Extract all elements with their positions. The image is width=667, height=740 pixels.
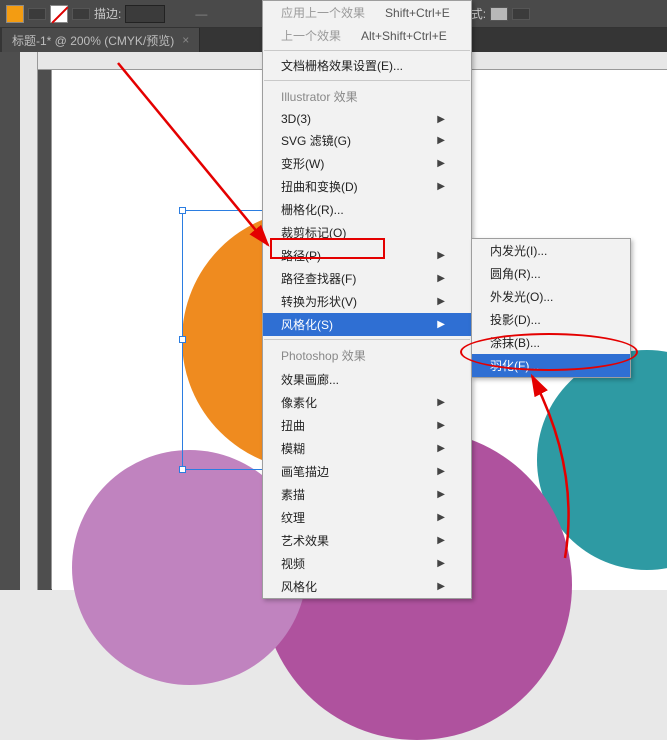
submenu-arrow-icon: ▶: [437, 181, 445, 192]
resize-handle[interactable]: [179, 466, 186, 473]
stroke-label: 描边:: [94, 5, 121, 22]
menu-3d[interactable]: 3D(3)▶: [263, 109, 471, 129]
submenu-arrow-icon: ▶: [437, 581, 445, 592]
submenu-arrow-icon: ▶: [437, 158, 445, 169]
submenu-arrow-icon: ▶: [437, 558, 445, 569]
menu-stylize-ps[interactable]: 风格化▶: [263, 575, 471, 598]
submenu-arrow-icon: ▶: [437, 273, 445, 284]
graphic-style-swatch[interactable]: [490, 7, 508, 21]
stroke-dropdown[interactable]: [72, 8, 90, 20]
document-tab-title: 标题-1* @ 200% (CMYK/预览): [12, 32, 174, 49]
menu-blur[interactable]: 模糊▶: [263, 437, 471, 460]
menu-distort-ps[interactable]: 扭曲▶: [263, 414, 471, 437]
submenu-inner-glow[interactable]: 内发光(I)...: [472, 239, 630, 262]
menu-stylize-ai[interactable]: 风格化(S)▶: [263, 313, 471, 336]
fill-dropdown[interactable]: [28, 8, 46, 20]
menu-rasterize[interactable]: 栅格化(R)...: [263, 198, 471, 221]
submenu-arrow-icon: ▶: [437, 319, 445, 330]
menu-path[interactable]: 路径(P)▶: [263, 244, 471, 267]
close-tab-icon[interactable]: ×: [182, 33, 189, 47]
menu-pixelate[interactable]: 像素化▶: [263, 391, 471, 414]
ruler-vertical[interactable]: [20, 52, 38, 590]
stylize-submenu: 内发光(I)... 圆角(R)... 外发光(O)... 投影(D)... 涂抹…: [471, 238, 631, 378]
submenu-round-corners[interactable]: 圆角(R)...: [472, 262, 630, 285]
menu-video[interactable]: 视频▶: [263, 552, 471, 575]
menu-apply-last-effect[interactable]: 应用上一个效果 Shift+Ctrl+E: [263, 1, 471, 24]
stroke-weight-input[interactable]: [125, 5, 165, 23]
submenu-arrow-icon: ▶: [437, 397, 445, 408]
submenu-arrow-icon: ▶: [437, 250, 445, 261]
menu-separator: [264, 80, 470, 81]
submenu-outer-glow[interactable]: 外发光(O)...: [472, 285, 630, 308]
submenu-scribble[interactable]: 涂抹(B)...: [472, 331, 630, 354]
document-tab[interactable]: 标题-1* @ 200% (CMYK/预览) ×: [2, 28, 200, 53]
submenu-arrow-icon: ▶: [437, 489, 445, 500]
submenu-arrow-icon: ▶: [437, 443, 445, 454]
resize-handle[interactable]: [179, 207, 186, 214]
menu-texture[interactable]: 纹理▶: [263, 506, 471, 529]
submenu-arrow-icon: ▶: [437, 466, 445, 477]
menu-convert-to-shape[interactable]: 转换为形状(V)▶: [263, 290, 471, 313]
menu-warp[interactable]: 变形(W)▶: [263, 152, 471, 175]
menu-distort-transform[interactable]: 扭曲和变换(D)▶: [263, 175, 471, 198]
effect-menu: 应用上一个效果 Shift+Ctrl+E 上一个效果 Alt+Shift+Ctr…: [262, 0, 472, 599]
menu-artistic[interactable]: 艺术效果▶: [263, 529, 471, 552]
menu-svg-filters[interactable]: SVG 滤镜(G)▶: [263, 129, 471, 152]
submenu-arrow-icon: ▶: [437, 512, 445, 523]
menu-separator: [264, 339, 470, 340]
submenu-drop-shadow[interactable]: 投影(D)...: [472, 308, 630, 331]
submenu-arrow-icon: ▶: [437, 535, 445, 546]
submenu-arrow-icon: ▶: [437, 296, 445, 307]
menu-header-photoshop: Photoshop 效果: [263, 343, 471, 368]
menu-effect-gallery[interactable]: 效果画廊...: [263, 368, 471, 391]
menu-brush-strokes[interactable]: 画笔描边▶: [263, 460, 471, 483]
submenu-arrow-icon: ▶: [437, 114, 445, 125]
menu-sketch[interactable]: 素描▶: [263, 483, 471, 506]
menu-separator: [264, 50, 470, 51]
style-dropdown[interactable]: [512, 8, 530, 20]
fill-swatch[interactable]: [6, 5, 24, 23]
resize-handle[interactable]: [179, 336, 186, 343]
menu-raster-settings[interactable]: 文档栅格效果设置(E)...: [263, 54, 471, 77]
submenu-feather[interactable]: 羽化(F)...: [472, 354, 630, 377]
menu-header-illustrator: Illustrator 效果: [263, 84, 471, 109]
stroke-swatch[interactable]: [50, 5, 68, 23]
menu-last-effect[interactable]: 上一个效果 Alt+Shift+Ctrl+E: [263, 24, 471, 47]
submenu-arrow-icon: ▶: [437, 420, 445, 431]
menu-crop-marks[interactable]: 裁剪标记(O): [263, 221, 471, 244]
submenu-arrow-icon: ▶: [437, 135, 445, 146]
menu-pathfinder[interactable]: 路径查找器(F)▶: [263, 267, 471, 290]
